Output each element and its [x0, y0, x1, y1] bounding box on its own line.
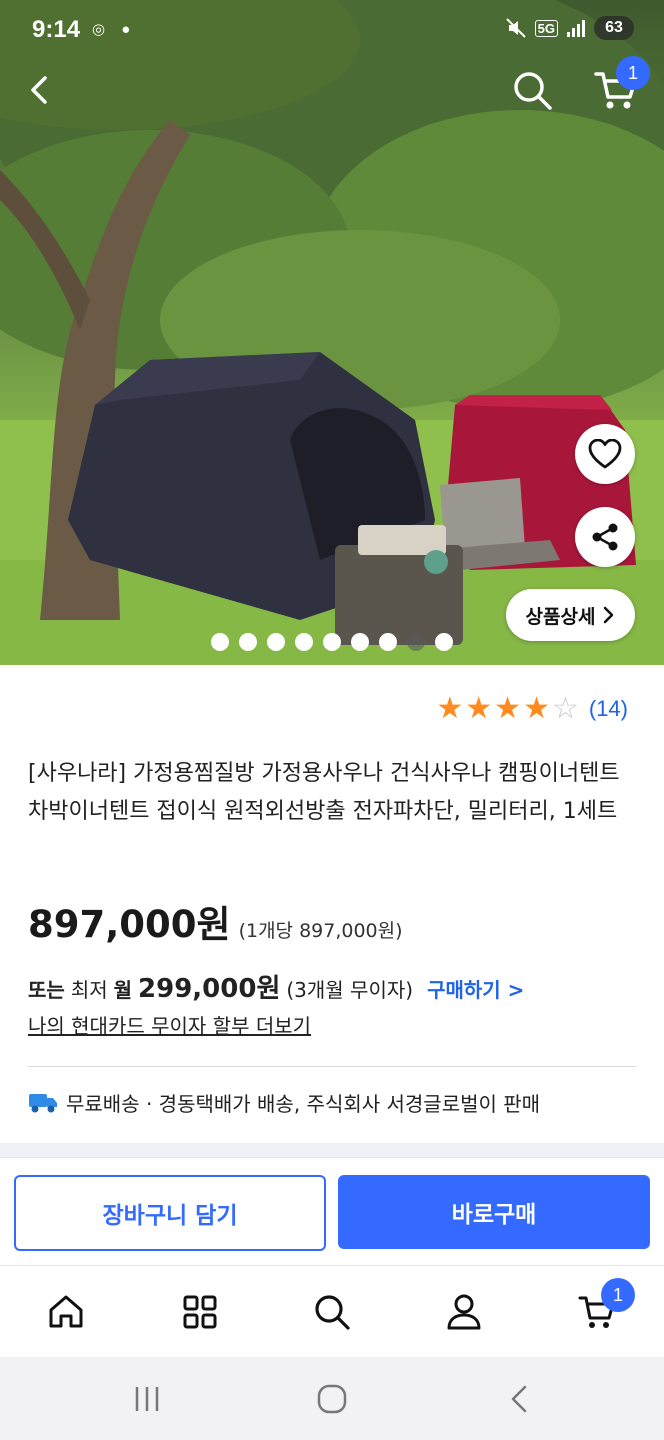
pagination-dot[interactable] — [435, 633, 453, 651]
product-detail-button[interactable]: 상품상세 — [506, 589, 635, 641]
system-navigation-bar — [0, 1357, 664, 1440]
installment-terms: (3개월 무이자) — [286, 978, 414, 1002]
notification-icons: ◎ ● — [92, 21, 137, 38]
product-photo — [0, 0, 664, 665]
installment-prefix: 또는 — [28, 978, 65, 1002]
battery-indicator: 63 — [594, 16, 634, 40]
system-back-button[interactable] — [494, 1377, 544, 1421]
back-chevron-icon — [511, 1385, 527, 1413]
pagination-dot[interactable] — [379, 633, 397, 651]
recent-apps-icon — [135, 1387, 159, 1411]
home-icon — [49, 1295, 83, 1328]
status-bar: 9:14 ◎ ● 5G 63 — [0, 0, 664, 62]
home-circle-icon — [317, 1384, 347, 1414]
gallery-pagination — [211, 633, 453, 651]
installment-buy-link[interactable]: 구매하기 > — [427, 974, 524, 1003]
nav-home[interactable] — [40, 1286, 92, 1338]
unit-price: (1개당 897,000원) — [238, 920, 403, 942]
shipping-info: 무료배송 · 경동택배가 배송, 주식회사 서경글로벌이 판매 — [28, 1088, 540, 1117]
cart-count-badge: 1 — [616, 56, 650, 90]
rating-star: ★ — [436, 691, 464, 726]
search-icon — [514, 72, 552, 110]
add-to-cart-button[interactable]: 장바구니 담기 — [14, 1175, 326, 1251]
category-grid-icon — [183, 1295, 217, 1329]
purchase-actions: 장바구니 담기 바로구매 — [0, 1157, 664, 1266]
mute-icon — [505, 18, 526, 38]
chevron-right-icon — [604, 606, 614, 624]
rating-star: ★ — [523, 691, 550, 726]
cart-count-badge: 1 — [601, 1278, 635, 1312]
user-icon — [447, 1294, 481, 1330]
price-row: 897,000원 (1개당 897,000원) — [28, 894, 403, 948]
installment-lowest: 최저 — [70, 978, 108, 1002]
pagination-dot[interactable] — [211, 633, 229, 651]
back-button[interactable] — [12, 62, 68, 118]
pagination-dot[interactable] — [295, 633, 313, 651]
heart-icon — [588, 439, 622, 469]
status-indicators: 5G 63 — [505, 16, 634, 40]
status-time: 9:14 — [32, 16, 81, 43]
product-detail-label: 상품상세 — [525, 605, 596, 628]
pagination-dot[interactable] — [323, 633, 341, 651]
pagination-dot[interactable] — [407, 633, 425, 651]
pagination-dot[interactable] — [267, 633, 285, 651]
installment-month: 월 — [113, 978, 133, 1002]
network-type: 5G — [534, 19, 558, 37]
divider — [28, 1066, 636, 1067]
share-button[interactable] — [575, 507, 635, 567]
installment-amount: 299,000원 — [138, 974, 281, 1004]
nav-search[interactable] — [306, 1286, 358, 1338]
cart-button[interactable]: 1 — [588, 56, 650, 118]
nav-cart[interactable]: 1 — [571, 1278, 635, 1338]
installment-row: 또는 최저 월 299,000원 (3개월 무이자) 구매하기 > — [28, 968, 524, 1005]
product-image-gallery[interactable]: 9:14 ◎ ● 5G 63 1 상품상세 — [0, 0, 664, 665]
recent-apps-button[interactable] — [122, 1377, 172, 1421]
rating-star: ★ — [494, 691, 522, 726]
chevron-left-icon — [31, 76, 47, 104]
review-count-link[interactable]: (14) — [589, 696, 628, 722]
nav-category[interactable] — [174, 1286, 226, 1338]
search-button[interactable] — [504, 62, 560, 118]
search-icon — [315, 1295, 350, 1330]
nav-my-account[interactable] — [438, 1286, 490, 1338]
section-separator — [0, 1143, 664, 1157]
signal-icon — [567, 20, 585, 37]
pagination-dot[interactable] — [239, 633, 257, 651]
bottom-navigation: 1 — [0, 1265, 664, 1358]
pagination-dot[interactable] — [351, 633, 369, 651]
rating-star: ★ — [465, 691, 493, 726]
wishlist-button[interactable] — [575, 424, 635, 484]
product-rating[interactable]: ★ ★ ★ ★ ☆ (14) — [436, 694, 628, 724]
buy-now-button[interactable]: 바로구매 — [338, 1175, 650, 1249]
shipping-text: 무료배송 · 경동택배가 배송, 주식회사 서경글로벌이 판매 — [66, 1092, 541, 1116]
truck-icon — [29, 1093, 57, 1112]
rating-star: ☆ — [551, 691, 579, 726]
home-button[interactable] — [307, 1377, 357, 1421]
card-installment-link[interactable]: 나의 현대카드 무이자 할부 더보기 — [28, 1010, 311, 1039]
product-price: 897,000원 — [28, 903, 231, 946]
product-title: [사우나라] 가정용찜질방 가정용사우나 건식사우나 캠핑이너텐트 차박이너텐트… — [28, 761, 620, 824]
share-icon — [592, 523, 618, 551]
